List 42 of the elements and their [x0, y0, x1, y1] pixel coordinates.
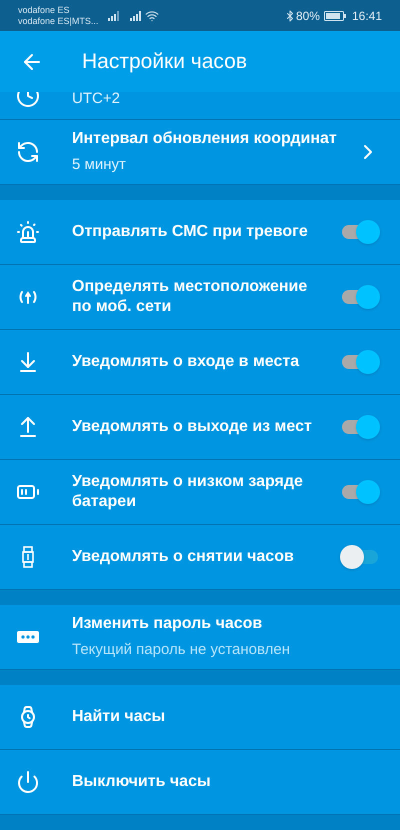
setting-row[interactable]: Уведомлять о выходе из мест — [0, 395, 400, 460]
wifi-icon — [145, 8, 160, 22]
setting-row[interactable]: Уведомлять о снятии часов — [0, 525, 400, 590]
setting-title: Изменить пароль часов — [72, 614, 264, 634]
setting-title: Уведомлять о низком заряде батареи — [72, 472, 304, 512]
setting-title: Выключить часы — [72, 772, 212, 792]
carrier-name: vodafone ES|MTS... — [18, 16, 98, 26]
setting-title: Уведомлять о выходе из мест — [72, 417, 313, 437]
signal-icon — [130, 10, 142, 20]
setting-title: Определять местоположение по моб. сети — [72, 277, 308, 317]
setting-row[interactable]: Уведомлять о низком заряде батареи — [0, 460, 400, 525]
setting-row[interactable]: Найти часы — [0, 685, 400, 750]
toggle-switch[interactable] — [340, 480, 380, 504]
setting-value: UTC+2 — [72, 92, 121, 109]
setting-title: Найти часы — [72, 707, 166, 727]
toggle-switch[interactable] — [340, 285, 380, 309]
battery-icon — [324, 10, 346, 20]
setting-title: Интервал обновления координат — [72, 129, 338, 149]
toggle-switch[interactable] — [340, 415, 380, 439]
setting-row[interactable]: Изменить пароль часов Текущий пароль не установлен — [0, 605, 400, 670]
setting-title: Уведомлять о входе в места — [72, 352, 300, 372]
toggle-switch[interactable] — [340, 545, 380, 569]
setting-value: Текущий пароль не установлен — [72, 640, 292, 660]
setting-title: Уведомлять о снятии часов — [72, 547, 295, 567]
battery-percent: 80% — [296, 8, 320, 24]
toggle-switch[interactable] — [340, 220, 380, 244]
carrier-name: vodafone ES — [18, 4, 71, 16]
setting-title: Отправлять СМС при тревоге — [72, 222, 309, 242]
siren-icon — [16, 220, 40, 244]
toggle-switch[interactable] — [340, 350, 380, 374]
setting-row[interactable]: Уведомлять о входе в места — [0, 330, 400, 395]
setting-value: 5 минут — [72, 155, 127, 175]
page-title: Настройки часов — [82, 48, 247, 75]
clock-time: 16:41 — [352, 8, 382, 24]
power-icon — [16, 770, 40, 794]
refresh-icon — [16, 140, 40, 164]
setting-row[interactable]: UTC+2 — [0, 92, 400, 120]
setting-row[interactable]: Отправлять СМС при тревоге — [0, 200, 400, 265]
setting-row[interactable]: Выключить часы — [0, 750, 400, 815]
setting-row[interactable]: Интервал обновления координат 5 минут — [0, 120, 400, 185]
signal-icon — [108, 10, 120, 20]
setting-row[interactable]: Определять местоположение по моб. сети — [0, 265, 400, 330]
